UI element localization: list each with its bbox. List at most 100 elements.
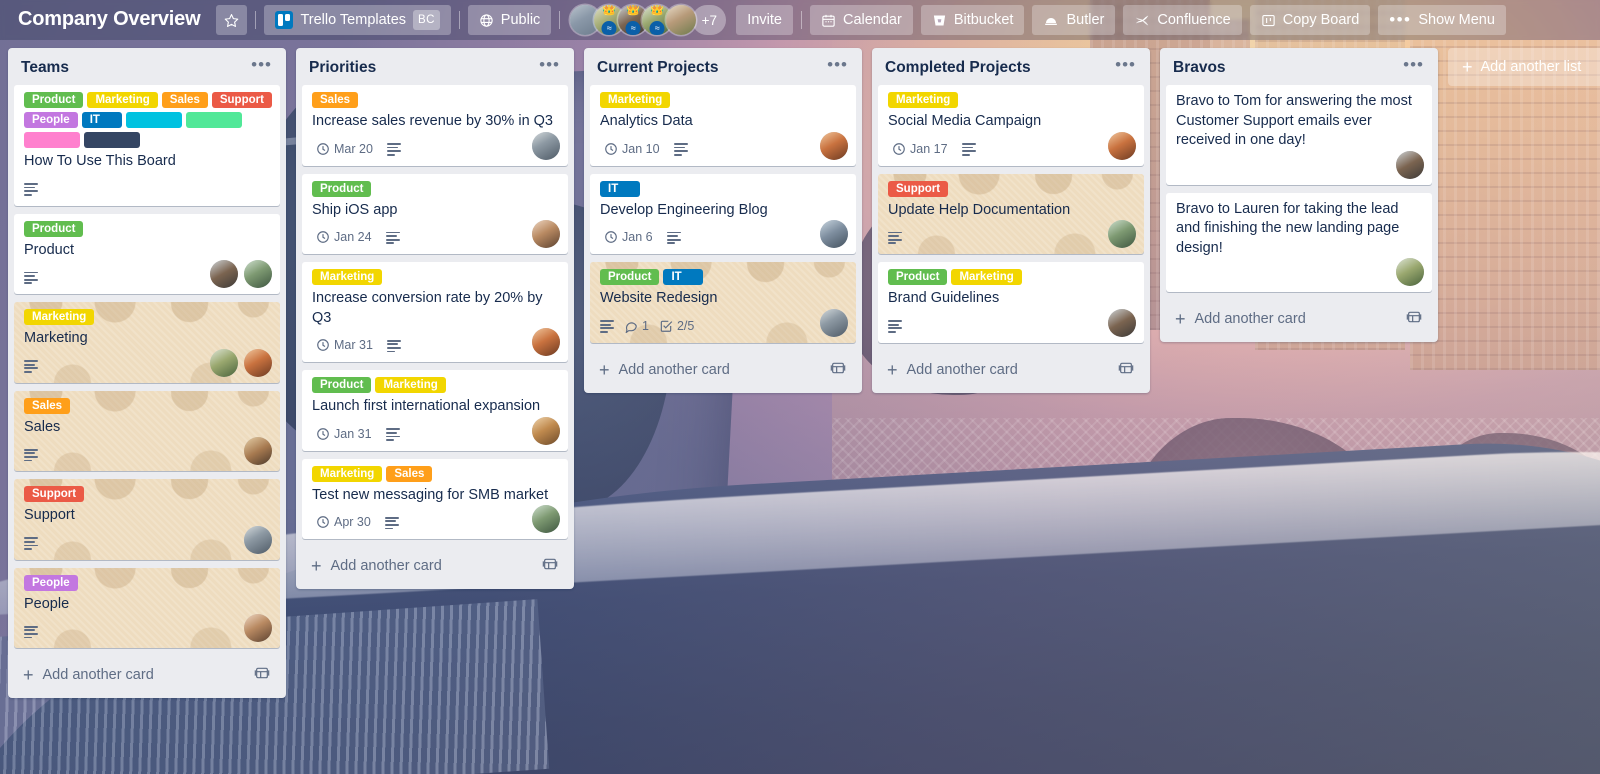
card-label[interactable]: Sales bbox=[24, 397, 71, 414]
powerup-butler-button[interactable]: Butler bbox=[1032, 5, 1116, 35]
avatar[interactable] bbox=[244, 614, 272, 643]
card-label[interactable] bbox=[84, 132, 140, 148]
card[interactable]: Sales Sales bbox=[14, 391, 280, 472]
card-label[interactable]: IT bbox=[81, 112, 122, 128]
card[interactable]: IT Develop Engineering Blog Jan 6 bbox=[590, 173, 856, 255]
powerup-confluence-button[interactable]: Confluence bbox=[1123, 5, 1242, 35]
card-label[interactable]: Marketing bbox=[312, 269, 383, 286]
card[interactable]: Product Product bbox=[14, 213, 280, 295]
card-template-button[interactable] bbox=[254, 665, 270, 685]
add-card-button[interactable]: + Add another card bbox=[1164, 300, 1434, 338]
avatar[interactable] bbox=[820, 131, 848, 160]
add-card-button[interactable]: + Add another card bbox=[876, 351, 1146, 389]
card-label[interactable]: Support bbox=[888, 180, 949, 197]
card-label[interactable]: Marketing bbox=[888, 92, 959, 108]
card[interactable]: Bravo to Lauren for taking the lead and … bbox=[1166, 192, 1432, 293]
add-list-button[interactable]: + Add another list bbox=[1448, 48, 1600, 86]
avatar[interactable] bbox=[666, 5, 697, 35]
card-label[interactable]: People bbox=[24, 112, 78, 128]
avatar[interactable] bbox=[244, 260, 272, 289]
card-label[interactable] bbox=[24, 132, 80, 148]
due-date-badge[interactable]: Mar 20 bbox=[312, 141, 377, 157]
avatar[interactable] bbox=[1396, 258, 1424, 287]
add-card-button[interactable]: + Add another card bbox=[300, 547, 570, 585]
card-label[interactable]: Support bbox=[211, 92, 272, 108]
card-label[interactable]: IT bbox=[663, 269, 704, 286]
visibility-button[interactable]: Public bbox=[467, 5, 552, 35]
avatar[interactable] bbox=[532, 220, 560, 249]
avatar[interactable] bbox=[532, 505, 560, 534]
card[interactable]: Product Ship iOS app Jan 24 bbox=[302, 173, 568, 255]
card[interactable]: Marketing Marketing bbox=[14, 302, 280, 383]
card-label[interactable]: Product bbox=[24, 220, 84, 237]
avatar[interactable] bbox=[244, 525, 272, 554]
avatar[interactable] bbox=[210, 348, 238, 377]
invite-button[interactable]: Invite bbox=[736, 5, 793, 35]
card-label[interactable]: Sales bbox=[161, 92, 208, 108]
card-template-button[interactable] bbox=[1118, 360, 1134, 380]
card-label[interactable]: Marketing bbox=[600, 92, 671, 108]
card-label[interactable]: Product bbox=[312, 377, 372, 394]
list-actions-button[interactable]: ••• bbox=[1111, 56, 1140, 76]
card[interactable]: People People bbox=[14, 568, 280, 649]
card-label[interactable]: IT bbox=[600, 180, 640, 197]
due-date-badge[interactable]: Apr 30 bbox=[312, 514, 375, 530]
avatar[interactable] bbox=[1108, 131, 1136, 160]
card[interactable]: Marketing Sales Test new messaging for SMB… bbox=[302, 458, 568, 540]
card-label[interactable]: Marketing bbox=[951, 269, 1022, 286]
list-actions-button[interactable]: ••• bbox=[535, 56, 564, 76]
card[interactable]: Marketing Analytics Data Jan 10 bbox=[590, 85, 856, 166]
card[interactable]: Marketing Social Media Campaign Jan 17 bbox=[878, 85, 1144, 166]
card[interactable]: Bravo to Tom for answering the most Cust… bbox=[1166, 85, 1432, 185]
avatar[interactable] bbox=[244, 437, 272, 466]
avatar[interactable] bbox=[210, 260, 238, 289]
card[interactable]: Support Update Help Documentation bbox=[878, 174, 1144, 255]
due-date-badge[interactable]: Mar 31 bbox=[312, 337, 377, 353]
card[interactable]: Marketing Increase conversion rate by 20%… bbox=[302, 262, 568, 363]
board-members[interactable]: 👑 ≈ 👑 ≈ 👑 ≈ +7 bbox=[570, 5, 727, 35]
card-label[interactable]: Marketing bbox=[375, 377, 446, 394]
show-menu-button[interactable]: ••• Show Menu bbox=[1378, 5, 1506, 35]
list-actions-button[interactable]: ••• bbox=[823, 56, 852, 76]
card-template-button[interactable] bbox=[830, 360, 846, 380]
avatar[interactable] bbox=[244, 348, 272, 377]
card-label[interactable]: Support bbox=[24, 486, 85, 503]
card[interactable]: Product IT Website Redesign 1 2/5 bbox=[590, 262, 856, 343]
avatar[interactable] bbox=[1108, 220, 1136, 249]
card[interactable]: Sales Increase sales revenue by 30% in Q3… bbox=[302, 85, 568, 166]
card-template-button[interactable] bbox=[542, 556, 558, 576]
card-label[interactable]: People bbox=[24, 574, 78, 591]
avatar[interactable] bbox=[1108, 308, 1136, 337]
avatar[interactable] bbox=[532, 416, 560, 445]
powerup-bitbucket-button[interactable]: Bitbucket bbox=[920, 5, 1025, 35]
list-actions-button[interactable]: ••• bbox=[1399, 56, 1428, 76]
card-label[interactable] bbox=[185, 112, 242, 128]
card-label[interactable]: Product bbox=[312, 180, 372, 197]
due-date-badge[interactable]: Jan 31 bbox=[312, 426, 376, 442]
avatar[interactable] bbox=[532, 131, 560, 160]
card-label[interactable]: Product bbox=[24, 92, 84, 108]
powerup-calendar-button[interactable]: Calendar bbox=[809, 5, 913, 35]
card-label[interactable] bbox=[125, 112, 182, 128]
card[interactable]: Support Support bbox=[14, 479, 280, 560]
avatar[interactable] bbox=[532, 328, 560, 357]
card[interactable]: Product Marketing Launch first internation… bbox=[302, 370, 568, 451]
card-label[interactable]: Product bbox=[600, 269, 660, 286]
avatar[interactable] bbox=[820, 308, 848, 337]
list-actions-button[interactable]: ••• bbox=[247, 56, 276, 76]
card-label[interactable]: Marketing bbox=[24, 309, 95, 326]
card-template-button[interactable] bbox=[1406, 309, 1422, 329]
workspace-button[interactable]: Trello Templates BC bbox=[264, 5, 451, 35]
powerup-copy-board-button[interactable]: Copy Board bbox=[1249, 5, 1371, 35]
add-card-button[interactable]: + Add another card bbox=[12, 656, 282, 694]
due-date-badge[interactable]: Jan 6 bbox=[600, 229, 657, 245]
due-date-badge[interactable]: Jan 17 bbox=[888, 141, 952, 157]
card-label[interactable]: Product bbox=[888, 269, 948, 286]
members-overflow-count[interactable]: +7 bbox=[692, 5, 727, 35]
avatar[interactable] bbox=[1396, 150, 1424, 179]
card[interactable]: Product Marketing Sales Support People IT How … bbox=[14, 85, 280, 206]
due-date-badge[interactable]: Jan 10 bbox=[600, 141, 664, 157]
star-icon[interactable] bbox=[216, 5, 248, 35]
avatar[interactable] bbox=[820, 220, 848, 249]
card-label[interactable]: Marketing bbox=[312, 465, 383, 482]
